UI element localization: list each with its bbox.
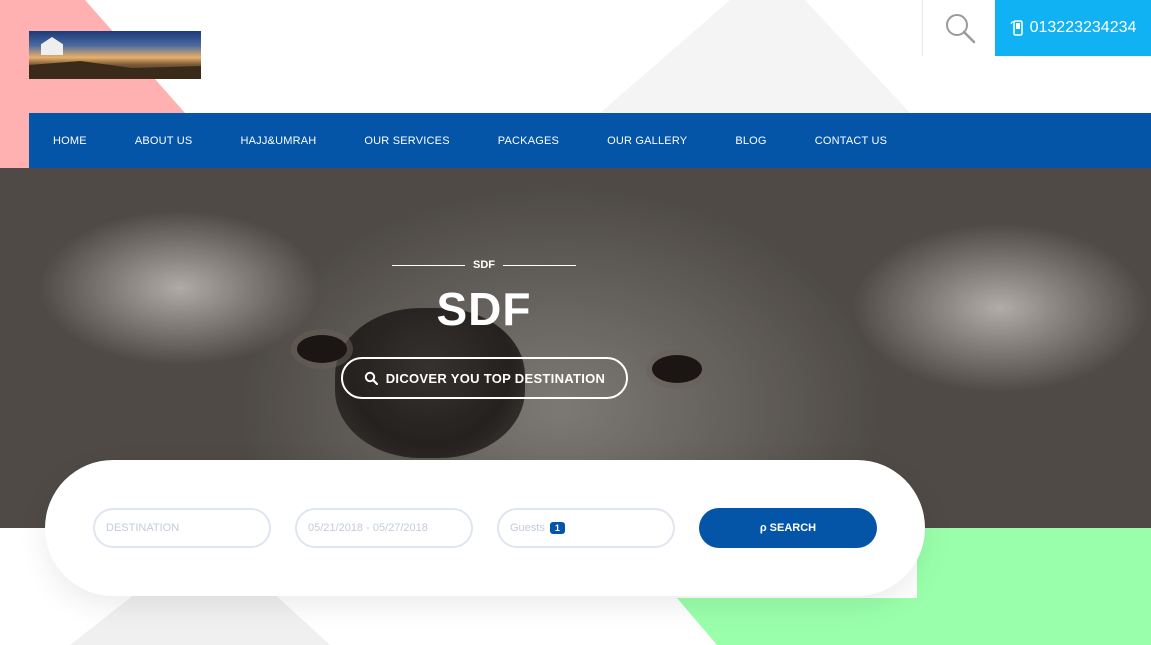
gray-decor-shape-bottom xyxy=(70,590,330,645)
hero-title: SDF xyxy=(436,283,532,335)
phone-number-link[interactable]: 013223234234 xyxy=(995,0,1151,56)
nav-item-hajj-umrah[interactable]: HAJJ&UMRAH xyxy=(240,135,316,147)
destination-field[interactable]: DESTINATION xyxy=(93,508,271,548)
discover-destination-button[interactable]: DICOVER YOU TOP DESTINATION xyxy=(341,357,628,399)
discover-button-label: DICOVER YOU TOP DESTINATION xyxy=(385,370,606,386)
search-icon xyxy=(364,371,378,385)
nav-item-about-us[interactable]: ABOUT US xyxy=(135,135,193,147)
date-range-field[interactable]: 05/21/2018 - 05/27/2018 xyxy=(295,508,473,548)
nav-item-packages[interactable]: PACKAGES xyxy=(498,135,559,147)
nav-item-our-services[interactable]: OUR SERVICES xyxy=(364,135,449,147)
date-range-value: 05/21/2018 - 05/27/2018 xyxy=(308,522,428,534)
nav-item-our-gallery[interactable]: OUR GALLERY xyxy=(607,135,687,147)
search-button-label: SEARCH xyxy=(769,522,817,534)
hero-subtitle: SDF xyxy=(392,259,576,271)
main-nav: HOME ABOUT US HAJJ&UMRAH OUR SERVICES PA… xyxy=(29,113,1151,168)
search-button[interactable]: ρ SEARCH xyxy=(699,508,877,548)
phone-icon xyxy=(1010,20,1023,36)
header-search-button[interactable] xyxy=(922,0,996,56)
nav-item-home[interactable]: HOME xyxy=(53,135,87,147)
destination-placeholder: DESTINATION xyxy=(106,522,180,534)
phone-number: 013223234234 xyxy=(1029,19,1137,36)
nav-item-blog[interactable]: BLOG xyxy=(735,135,766,147)
search-icon xyxy=(945,14,975,44)
gray-decor-shape xyxy=(600,0,910,113)
site-logo[interactable] xyxy=(29,31,201,79)
booking-search-panel: DESTINATION 05/21/2018 - 05/27/2018 Gues… xyxy=(45,460,925,596)
guests-label: Guests xyxy=(510,522,545,534)
guests-count-badge: 1 xyxy=(549,522,565,534)
guests-field[interactable]: Guests 1 xyxy=(497,508,675,548)
nav-item-contact-us[interactable]: CONTACT US xyxy=(815,135,888,147)
search-glyph-icon: ρ xyxy=(759,522,767,534)
